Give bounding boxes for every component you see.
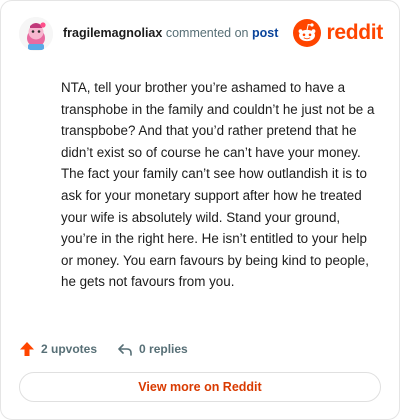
reddit-wordmark: reddit [326,21,383,44]
username-link[interactable]: fragilemagnoliax [63,26,162,40]
upvote-arrow-icon [20,342,34,356]
upvote-button[interactable]: 2 upvotes [19,341,97,357]
post-link[interactable]: post [252,26,278,40]
comment-body: NTA, tell your brother you’re ashamed to… [61,80,375,290]
reply-count: 0 replies [139,342,188,356]
avatar[interactable] [19,17,53,51]
reddit-logo-icon [293,19,322,47]
reddit-brand[interactable]: reddit [293,18,383,48]
comment-attribution: fragilemagnoliax commented on post [63,26,278,40]
comment-header: fragilemagnoliax commented on post reddi… [19,17,383,53]
commented-on-text: commented on [165,26,249,40]
upvote-count: 2 upvotes [41,342,98,356]
view-more-button[interactable]: View more on Reddit [19,372,381,402]
comment-embed-card: fragilemagnoliax commented on post reddi… [0,0,400,420]
reply-arrow-icon [118,344,132,356]
comment-actions: 2 upvotes 0 replies [19,339,188,359]
replies-button[interactable]: 0 replies [117,341,188,357]
